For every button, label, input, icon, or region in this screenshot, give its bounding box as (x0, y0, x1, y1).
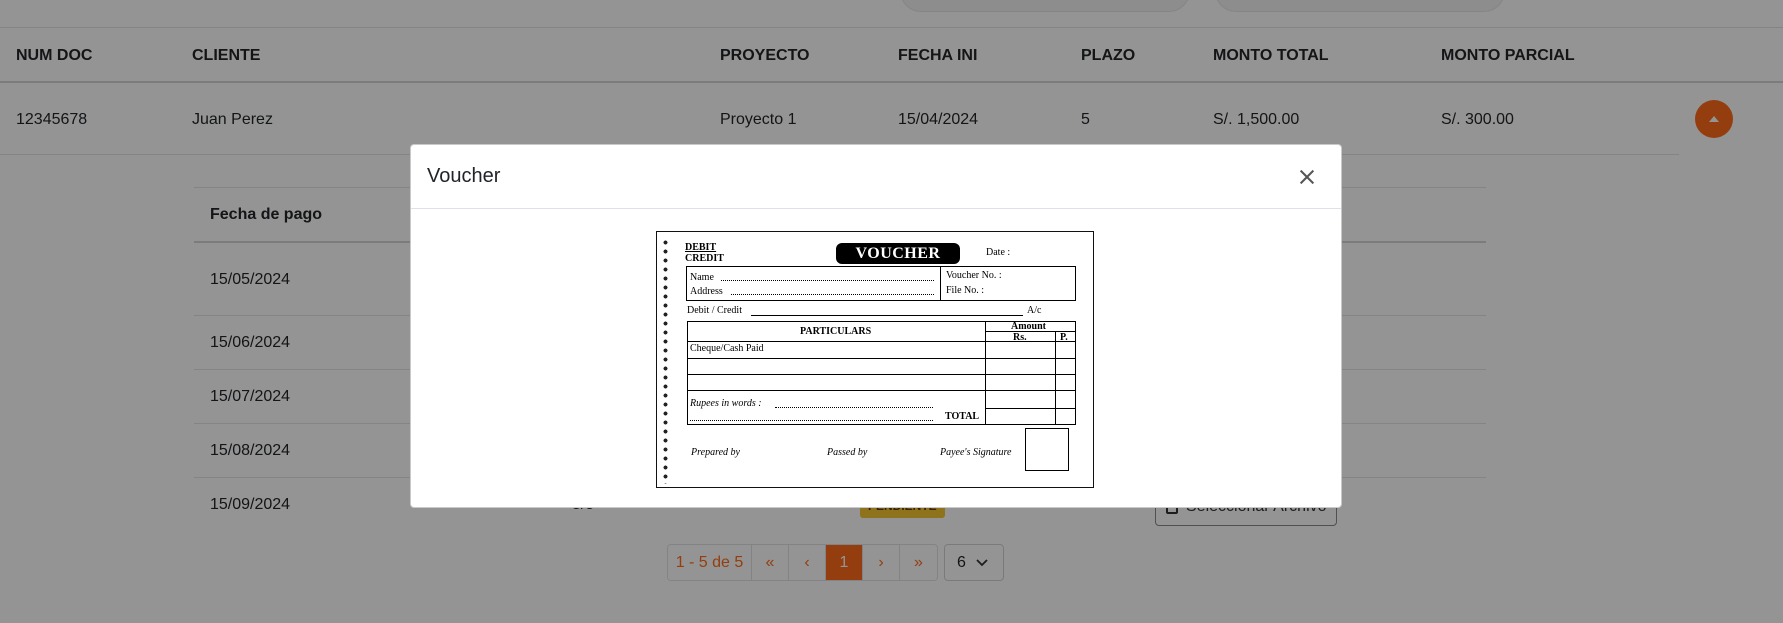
close-icon[interactable] (1295, 165, 1319, 189)
rupees-label: Rupees in words : (690, 398, 762, 409)
name-address-box (686, 266, 1076, 301)
voucher-modal: Voucher DEBIT CREDIT VOUCHER Date : Name… (410, 144, 1342, 508)
ac-label: A/c (1027, 305, 1042, 316)
address-label: Address (690, 286, 723, 297)
cheque-cash-label: Cheque/Cash Paid (690, 343, 764, 354)
spiral-binding (663, 238, 668, 484)
divider (1055, 331, 1056, 425)
divider (687, 358, 1076, 359)
divider (687, 374, 1076, 375)
particulars-header: PARTICULARS (800, 326, 872, 337)
passed-by-label: Passed by (827, 447, 868, 458)
rs-header: Rs. (1013, 332, 1027, 343)
divider (687, 390, 1076, 391)
modal-title: Voucher (427, 165, 501, 187)
amount-header: Amount (1011, 321, 1047, 332)
name-label: Name (690, 272, 714, 283)
debit-label: DEBIT (685, 242, 717, 253)
rupees-line-2 (690, 420, 933, 421)
address-line (731, 294, 934, 295)
signature-box (1025, 428, 1069, 471)
prepared-by-label: Prepared by (691, 447, 740, 458)
total-label: TOTAL (945, 411, 980, 422)
debit-credit-line (751, 315, 1023, 316)
name-line (721, 280, 934, 281)
file-no-label: File No. : (946, 285, 985, 296)
voucher-no-label: Voucher No. : (946, 270, 1002, 281)
divider (985, 321, 986, 425)
payee-signature-label: Payee's Signature (940, 447, 1012, 458)
p-header: P. (1060, 332, 1068, 343)
voucher-image: DEBIT CREDIT VOUCHER Date : Name Address… (656, 231, 1094, 488)
rupees-line (775, 407, 933, 408)
divider (985, 408, 1076, 409)
date-label: Date : (986, 247, 1011, 258)
voucher-title: VOUCHER (836, 243, 960, 264)
debit-credit-label: Debit / Credit (687, 305, 742, 316)
modal-header: Voucher (411, 145, 1341, 209)
credit-label: CREDIT (685, 253, 724, 264)
divider (940, 266, 941, 301)
